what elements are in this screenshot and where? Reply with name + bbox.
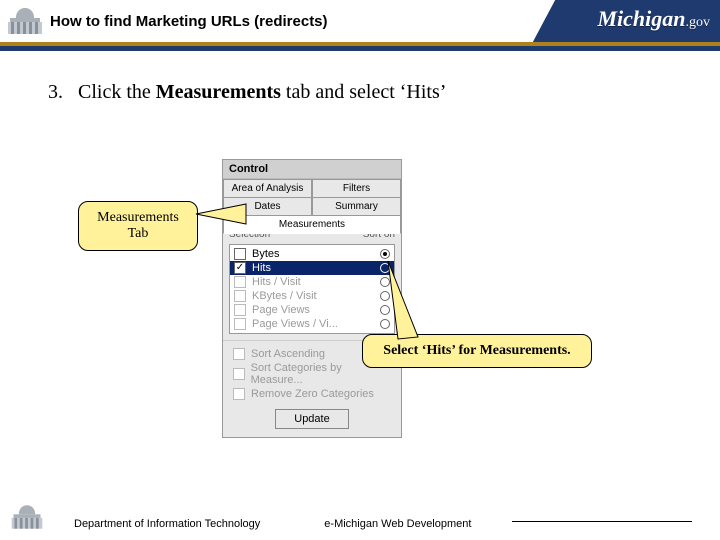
checkbox-icon[interactable]: [233, 388, 245, 400]
option-hits-per-visit[interactable]: Hits / Visit: [230, 275, 394, 289]
checkbox-icon[interactable]: [233, 368, 245, 380]
tab-filters[interactable]: Filters: [312, 179, 401, 197]
control-panel: Control Area of Analysis Filters Dates S…: [222, 159, 402, 438]
tab-dates[interactable]: Dates: [223, 197, 312, 215]
checkbox-icon[interactable]: [234, 262, 246, 274]
option-label: Hits: [252, 262, 374, 274]
panel-body: Selection Sort on Bytes Hits Hits / Visi…: [223, 223, 401, 437]
slide-footer: Department of Information Technology e-M…: [0, 490, 720, 540]
option-label: Sort Ascending: [251, 348, 325, 360]
tab-area-of-analysis[interactable]: Area of Analysis: [223, 179, 312, 197]
option-label: Page Views: [252, 304, 374, 316]
footer-left-text: Department of Information Technology: [74, 518, 260, 530]
tab-measurements[interactable]: Measurements: [223, 215, 401, 234]
page-title: How to find Marketing URLs (redirects): [50, 13, 328, 30]
step-text-bold: Measurements: [156, 81, 281, 103]
step-number: 3.: [48, 81, 63, 103]
capitol-seal-icon: [6, 2, 44, 40]
callout-text: Tab: [128, 226, 149, 241]
step-text-prefix: Click the: [78, 81, 156, 103]
measurement-options: Bytes Hits Hits / Visit KBytes / Visit: [229, 244, 395, 334]
radio-icon[interactable]: [380, 291, 390, 301]
slide-header: How to find Marketing URLs (redirects) M…: [0, 0, 720, 42]
option-hits[interactable]: Hits: [230, 261, 394, 275]
option-label: Hits / Visit: [252, 276, 374, 288]
panel-titlebar: Control: [223, 160, 401, 179]
option-remove-zero[interactable]: Remove Zero Categories: [229, 387, 395, 401]
checkbox-icon[interactable]: [234, 290, 246, 302]
option-label: Remove Zero Categories: [251, 388, 374, 400]
option-label: KBytes / Visit: [252, 290, 374, 302]
capitol-seal-icon: [10, 500, 44, 534]
checkbox-icon[interactable]: [233, 348, 245, 360]
slide-content: 3. Click the Measurements tab and select…: [0, 51, 720, 490]
checkbox-icon[interactable]: [234, 304, 246, 316]
checkbox-icon[interactable]: [234, 276, 246, 288]
option-label: Bytes: [252, 248, 374, 260]
panel-tabs: Area of Analysis Filters Dates Summary M…: [223, 179, 401, 223]
radio-icon[interactable]: [380, 277, 390, 287]
checkbox-icon[interactable]: [234, 318, 246, 330]
option-page-views[interactable]: Page Views: [230, 303, 394, 317]
callout-text: Select ‘Hits’ for Measurements.: [383, 343, 570, 358]
option-label: Page Views / Vi...: [252, 318, 374, 330]
update-button[interactable]: Update: [275, 409, 348, 429]
checkbox-icon[interactable]: [234, 248, 246, 260]
callout-select-hits: Select ‘Hits’ for Measurements.: [362, 334, 592, 368]
option-kbytes-per-visit[interactable]: KBytes / Visit: [230, 289, 394, 303]
radio-icon[interactable]: [380, 263, 390, 273]
brand-name: Michigan: [597, 6, 685, 31]
michigan-gov-logo: Michigan.gov: [520, 0, 720, 42]
step-text-suffix: tab and select ‘Hits’: [281, 81, 447, 103]
footer-rule: [512, 521, 692, 522]
radio-icon[interactable]: [380, 305, 390, 315]
step-instruction: 3. Click the Measurements tab and select…: [48, 81, 446, 104]
callout-measurements-tab: Measurements Tab: [78, 201, 198, 251]
callout-text: Measurements: [97, 210, 179, 225]
brand-suffix: .gov: [686, 15, 711, 30]
option-page-views-per-visit[interactable]: Page Views / Vi...: [230, 317, 394, 331]
radio-icon[interactable]: [380, 249, 390, 259]
option-bytes[interactable]: Bytes: [230, 247, 394, 261]
tab-summary[interactable]: Summary: [312, 197, 401, 215]
radio-icon[interactable]: [380, 319, 390, 329]
footer-right-text: e-Michigan Web Development: [324, 518, 471, 530]
